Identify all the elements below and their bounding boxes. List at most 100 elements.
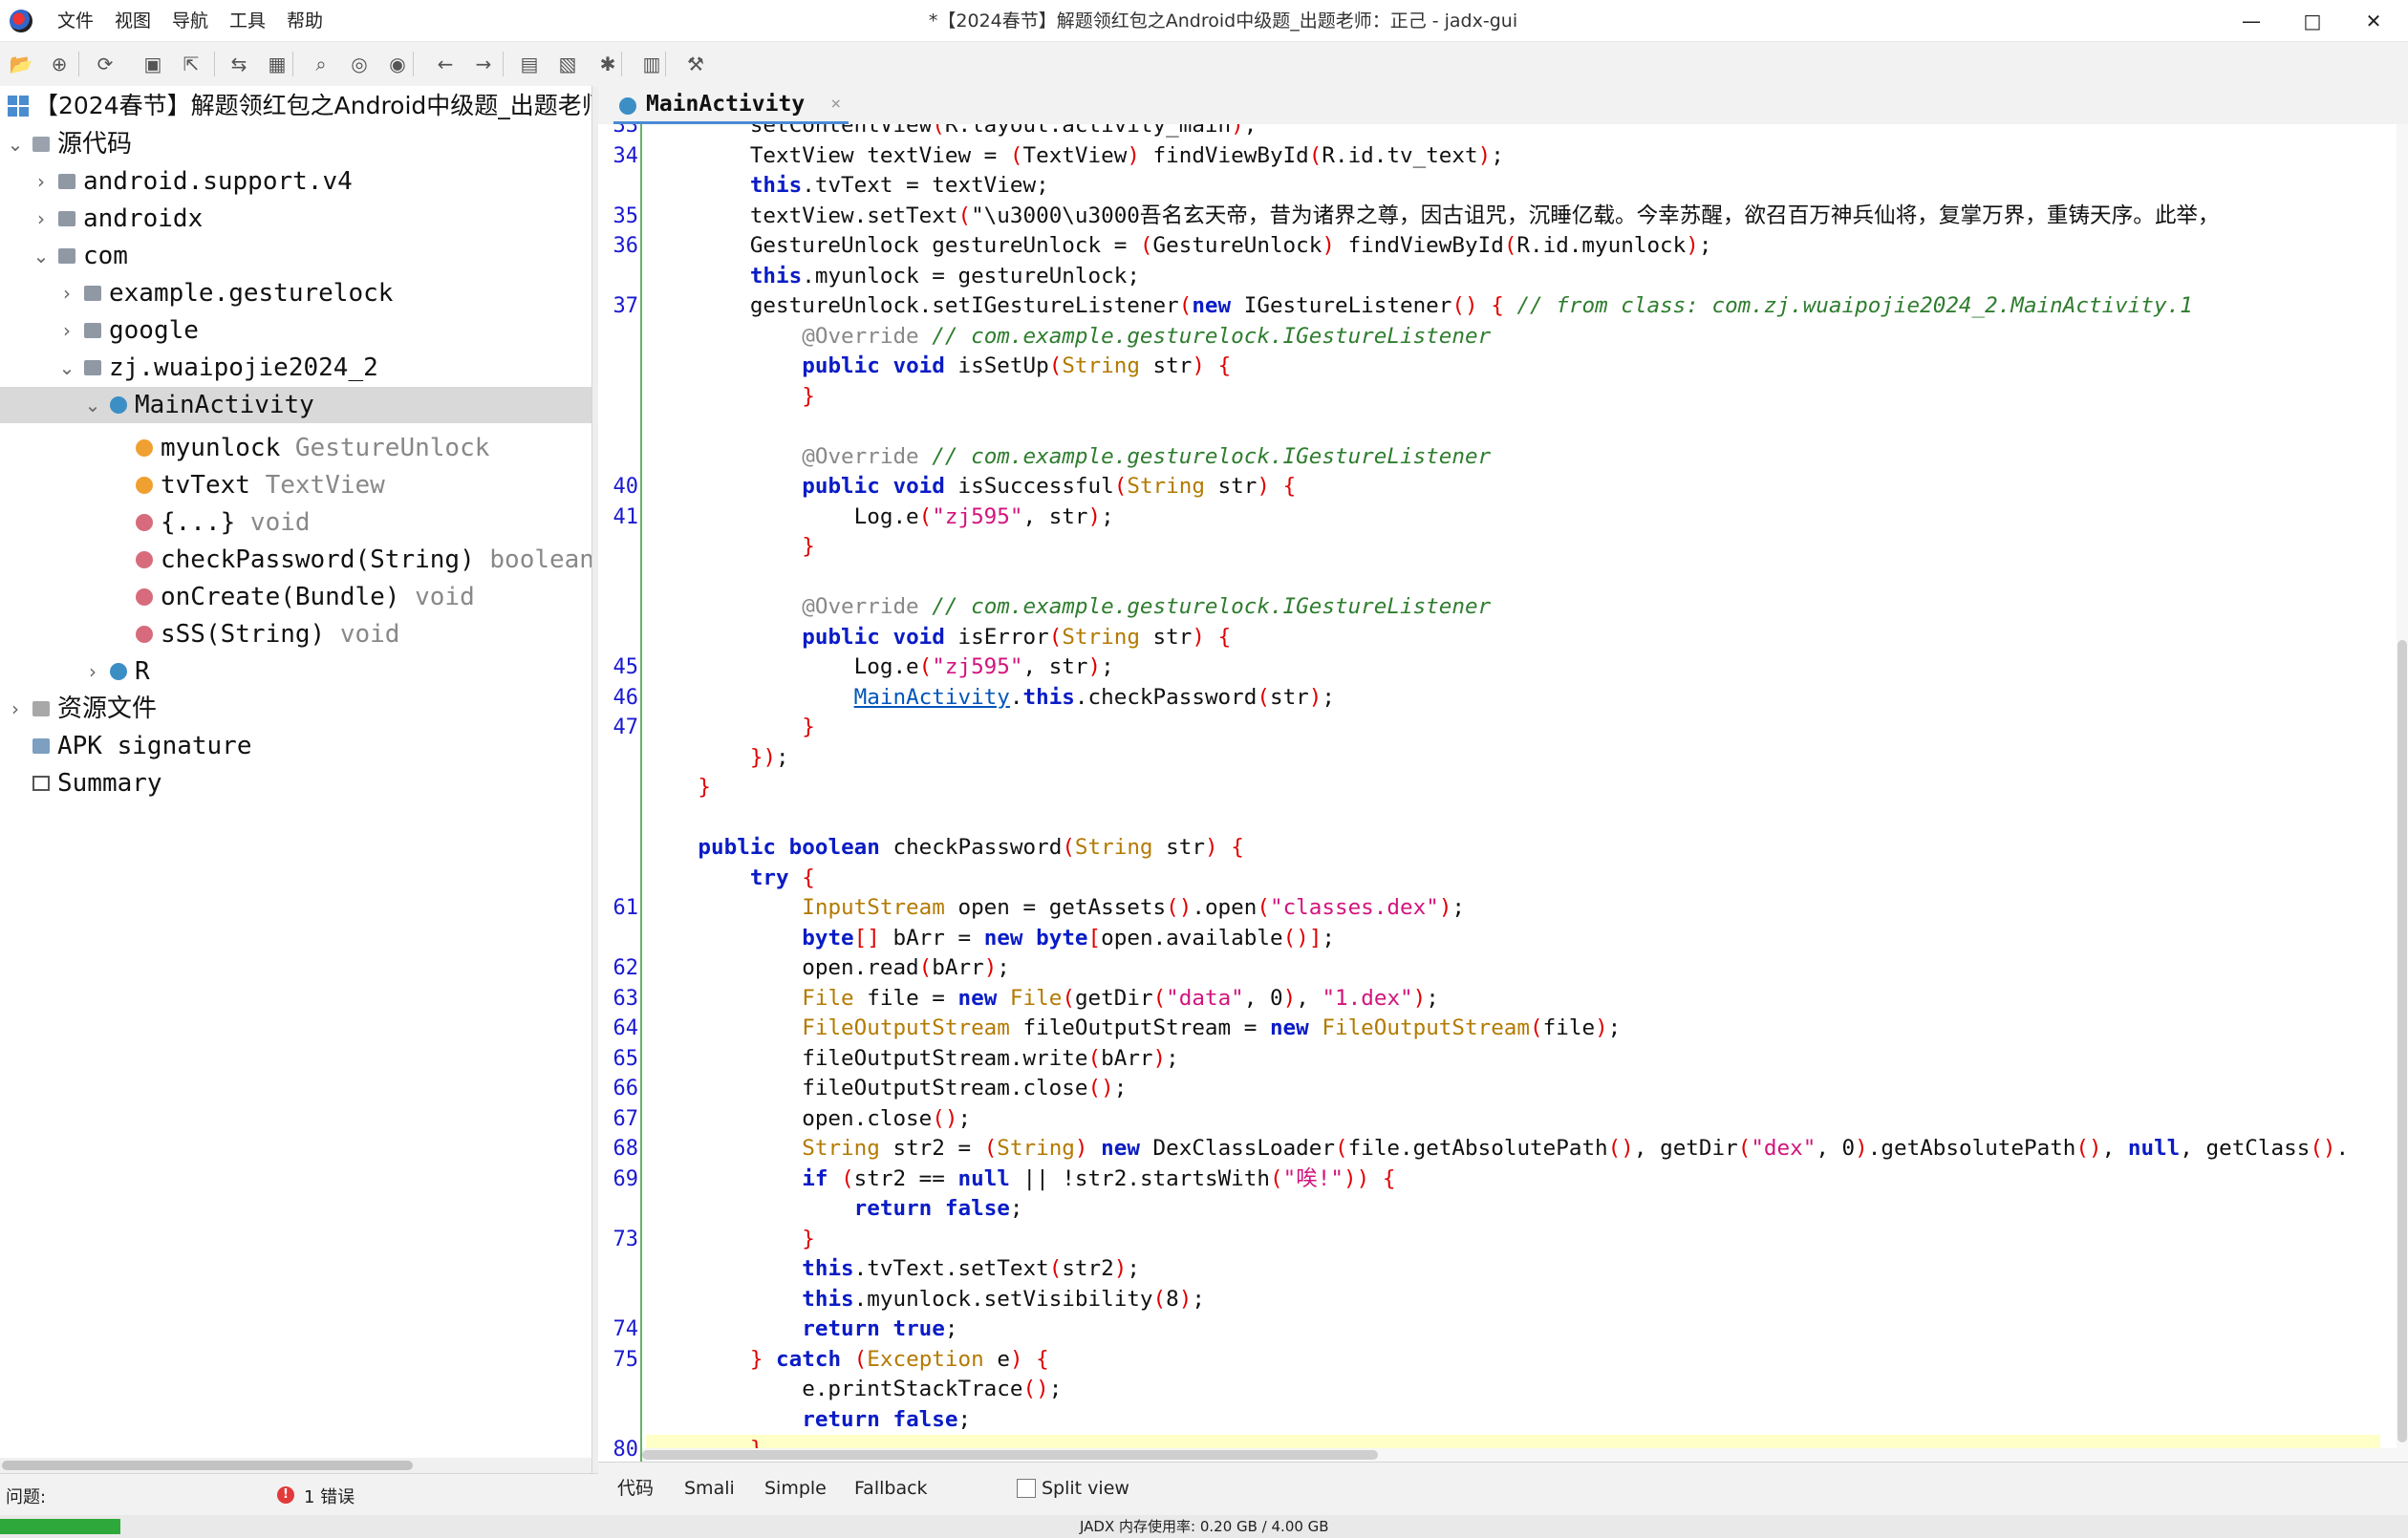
close-tab-icon[interactable]: × xyxy=(830,86,841,122)
tree-item[interactable]: tvText TextView xyxy=(0,467,591,503)
collapse-arrow-icon[interactable]: ⌄ xyxy=(57,350,76,386)
code-line[interactable]: Log.e("zj595", str); xyxy=(646,652,1114,683)
tab-mainactivity[interactable]: MainActivity × xyxy=(613,86,849,124)
minimize-button[interactable]: — xyxy=(2221,2,2282,40)
tree-item[interactable]: Summary xyxy=(0,765,591,801)
code-line[interactable]: public boolean checkPassword(String str)… xyxy=(646,833,1243,864)
maximize-button[interactable]: □ xyxy=(2282,2,2343,40)
tab-smali[interactable]: Smali xyxy=(684,1476,735,1501)
code-line[interactable]: @Override // com.example.gesturelock.IGe… xyxy=(646,592,1491,623)
editor-horizontal-scrollbar[interactable] xyxy=(642,1448,2397,1462)
code-line[interactable]: } catch (Exception e) { xyxy=(646,1345,1049,1376)
collapse-arrow-icon[interactable]: ⌄ xyxy=(6,126,25,162)
code-line[interactable]: InputStream open = getAssets().open("cla… xyxy=(646,893,1465,924)
code-line[interactable]: String str2 = (String) new DexClassLoade… xyxy=(646,1134,2349,1164)
tree-item[interactable]: ⌄ com xyxy=(0,238,591,274)
tab-code[interactable]: 代码 xyxy=(617,1476,654,1501)
code-line[interactable]: open.close(); xyxy=(646,1104,971,1135)
code-line[interactable]: this.myunlock = gestureUnlock; xyxy=(646,262,1140,292)
code-line[interactable]: return true; xyxy=(646,1314,957,1345)
tree-item[interactable]: 【2024春节】解题领红包之Android中级题_出题老师：正己 xyxy=(0,88,591,124)
tab-simple[interactable]: Simple xyxy=(764,1476,827,1501)
tree-item[interactable]: myunlock GestureUnlock xyxy=(0,430,591,466)
expand-arrow-icon[interactable]: › xyxy=(83,653,102,690)
tab-fallback[interactable]: Fallback xyxy=(854,1476,928,1501)
tree-item[interactable]: checkPassword(String) boolean xyxy=(0,542,591,578)
code-line[interactable]: public void isSetUp(String str) { xyxy=(646,352,1231,382)
tree-item[interactable]: sSS(String) void xyxy=(0,616,591,652)
code-line[interactable]: public void isSuccessful(String str) { xyxy=(646,472,1296,502)
code-line[interactable]: if (str2 == null || !str2.startsWith("唉!… xyxy=(646,1164,1395,1195)
code-line[interactable]: open.read(bArr); xyxy=(646,953,1010,984)
editor-vertical-scrollbar[interactable] xyxy=(2397,124,2408,1462)
export-button[interactable]: ⇱ xyxy=(178,51,204,77)
scrollbar-thumb[interactable] xyxy=(642,1450,1378,1460)
code-line[interactable]: gestureUnlock.setIGestureListener(new IG… xyxy=(646,291,2193,322)
menu-navigation[interactable]: 导航 xyxy=(168,8,212,34)
settings-button[interactable]: ⚒ xyxy=(682,51,709,77)
code-line[interactable]: } xyxy=(646,1225,815,1255)
find-class-button[interactable]: ◎ xyxy=(346,51,373,77)
code-line[interactable]: fileOutputStream.write(bArr); xyxy=(646,1044,1179,1075)
expand-arrow-icon[interactable]: › xyxy=(57,275,76,311)
find-usage-button[interactable]: ◉ xyxy=(384,51,411,77)
expand-arrow-icon[interactable]: › xyxy=(57,312,76,349)
code-editor[interactable]: 33 34 35 36 37 40 41 45 46 47 61 62 63 64 65 66 67 68 69 73… xyxy=(598,124,2408,1462)
tree-item[interactable]: APK signature xyxy=(0,728,591,764)
code-line[interactable]: GestureUnlock gestureUnlock = (GestureUn… xyxy=(646,231,1712,262)
scrollbar-thumb[interactable] xyxy=(2,1461,413,1470)
code-line[interactable]: this.tvText.setText(str2); xyxy=(646,1254,1140,1285)
tree-item[interactable]: {...} void xyxy=(0,504,591,541)
tree-item[interactable]: › androidx xyxy=(0,201,591,237)
close-window-button[interactable]: ✕ xyxy=(2343,2,2404,40)
code-line[interactable]: @Override // com.example.gesturelock.IGe… xyxy=(646,442,1491,473)
tree-item[interactable]: ⌄ zj.wuaipojie2024_2 xyxy=(0,350,591,386)
code-line[interactable]: } xyxy=(646,532,815,563)
code-line[interactable]: fileOutputStream.close(); xyxy=(646,1074,1127,1104)
code-line[interactable]: return false; xyxy=(646,1405,971,1436)
flatten-button[interactable]: ▦ xyxy=(264,51,290,77)
code-line[interactable]: } xyxy=(646,382,815,413)
split-view-checkbox[interactable] xyxy=(1017,1479,1036,1498)
save-button[interactable]: ▣ xyxy=(140,51,166,77)
menu-view[interactable]: 视图 xyxy=(111,8,155,34)
tree-item[interactable]: ⌄ 源代码 xyxy=(0,126,591,162)
code-line[interactable]: Log.e("zj595", str); xyxy=(646,502,1114,533)
search-button[interactable]: ⌕ xyxy=(308,51,334,77)
code-line[interactable]: this.tvText = textView; xyxy=(646,171,1049,202)
log-button[interactable]: ▤ xyxy=(516,51,543,77)
expand-arrow-icon[interactable]: › xyxy=(32,201,51,237)
menu-help[interactable]: 帮助 xyxy=(283,8,327,34)
code-line[interactable]: setContentView(R.layout.activity_main); xyxy=(646,124,1258,141)
tree-item[interactable]: › R xyxy=(0,653,591,690)
log-viewer-button[interactable]: ▥ xyxy=(638,51,665,77)
code-line[interactable]: return false; xyxy=(646,1194,1023,1225)
code-line[interactable]: this.myunlock.setVisibility(8); xyxy=(646,1285,1205,1315)
tree-item[interactable]: onCreate(Bundle) void xyxy=(0,579,591,615)
tree-item[interactable]: › android.support.v4 xyxy=(0,163,591,200)
tree-item[interactable]: ⌄ MainActivity xyxy=(0,387,591,423)
code-line[interactable]: public void isError(String str) { xyxy=(646,623,1231,653)
tree-item[interactable]: › 资源文件 xyxy=(0,691,591,727)
debug-button[interactable]: ✱ xyxy=(594,51,621,77)
menu-file[interactable]: 文件 xyxy=(54,8,97,34)
tree-item[interactable]: › example.gesturelock xyxy=(0,275,591,311)
reload-button[interactable]: ⟳ xyxy=(92,51,118,77)
code-line[interactable]: } xyxy=(646,713,815,743)
scrollbar-thumb[interactable] xyxy=(2397,640,2407,1442)
code-line[interactable]: } xyxy=(646,773,711,803)
code-line[interactable]: try { xyxy=(646,864,815,894)
sync-button[interactable]: ⇆ xyxy=(226,51,252,77)
code-line[interactable]: textView.setText("\u3000\u3000吾名玄天帝，昔为诸界… xyxy=(646,202,2220,232)
error-count[interactable]: 1 错误 xyxy=(304,1484,355,1508)
menu-tools[interactable]: 工具 xyxy=(226,8,269,34)
code-line[interactable]: }); xyxy=(646,743,789,774)
code-line[interactable]: @Override // com.example.gesturelock.IGe… xyxy=(646,322,1491,352)
code-line[interactable]: TextView textView = (TextView) findViewB… xyxy=(646,141,1504,172)
tree-horizontal-scrollbar[interactable] xyxy=(0,1458,591,1473)
tree-item[interactable]: › google xyxy=(0,312,591,349)
code-line[interactable]: MainActivity.this.checkPassword(str); xyxy=(646,683,1335,714)
back-button[interactable]: ← xyxy=(432,51,459,77)
forward-button[interactable]: → xyxy=(470,51,497,77)
code-line[interactable]: File file = new File(getDir("data", 0), … xyxy=(646,984,1439,1015)
